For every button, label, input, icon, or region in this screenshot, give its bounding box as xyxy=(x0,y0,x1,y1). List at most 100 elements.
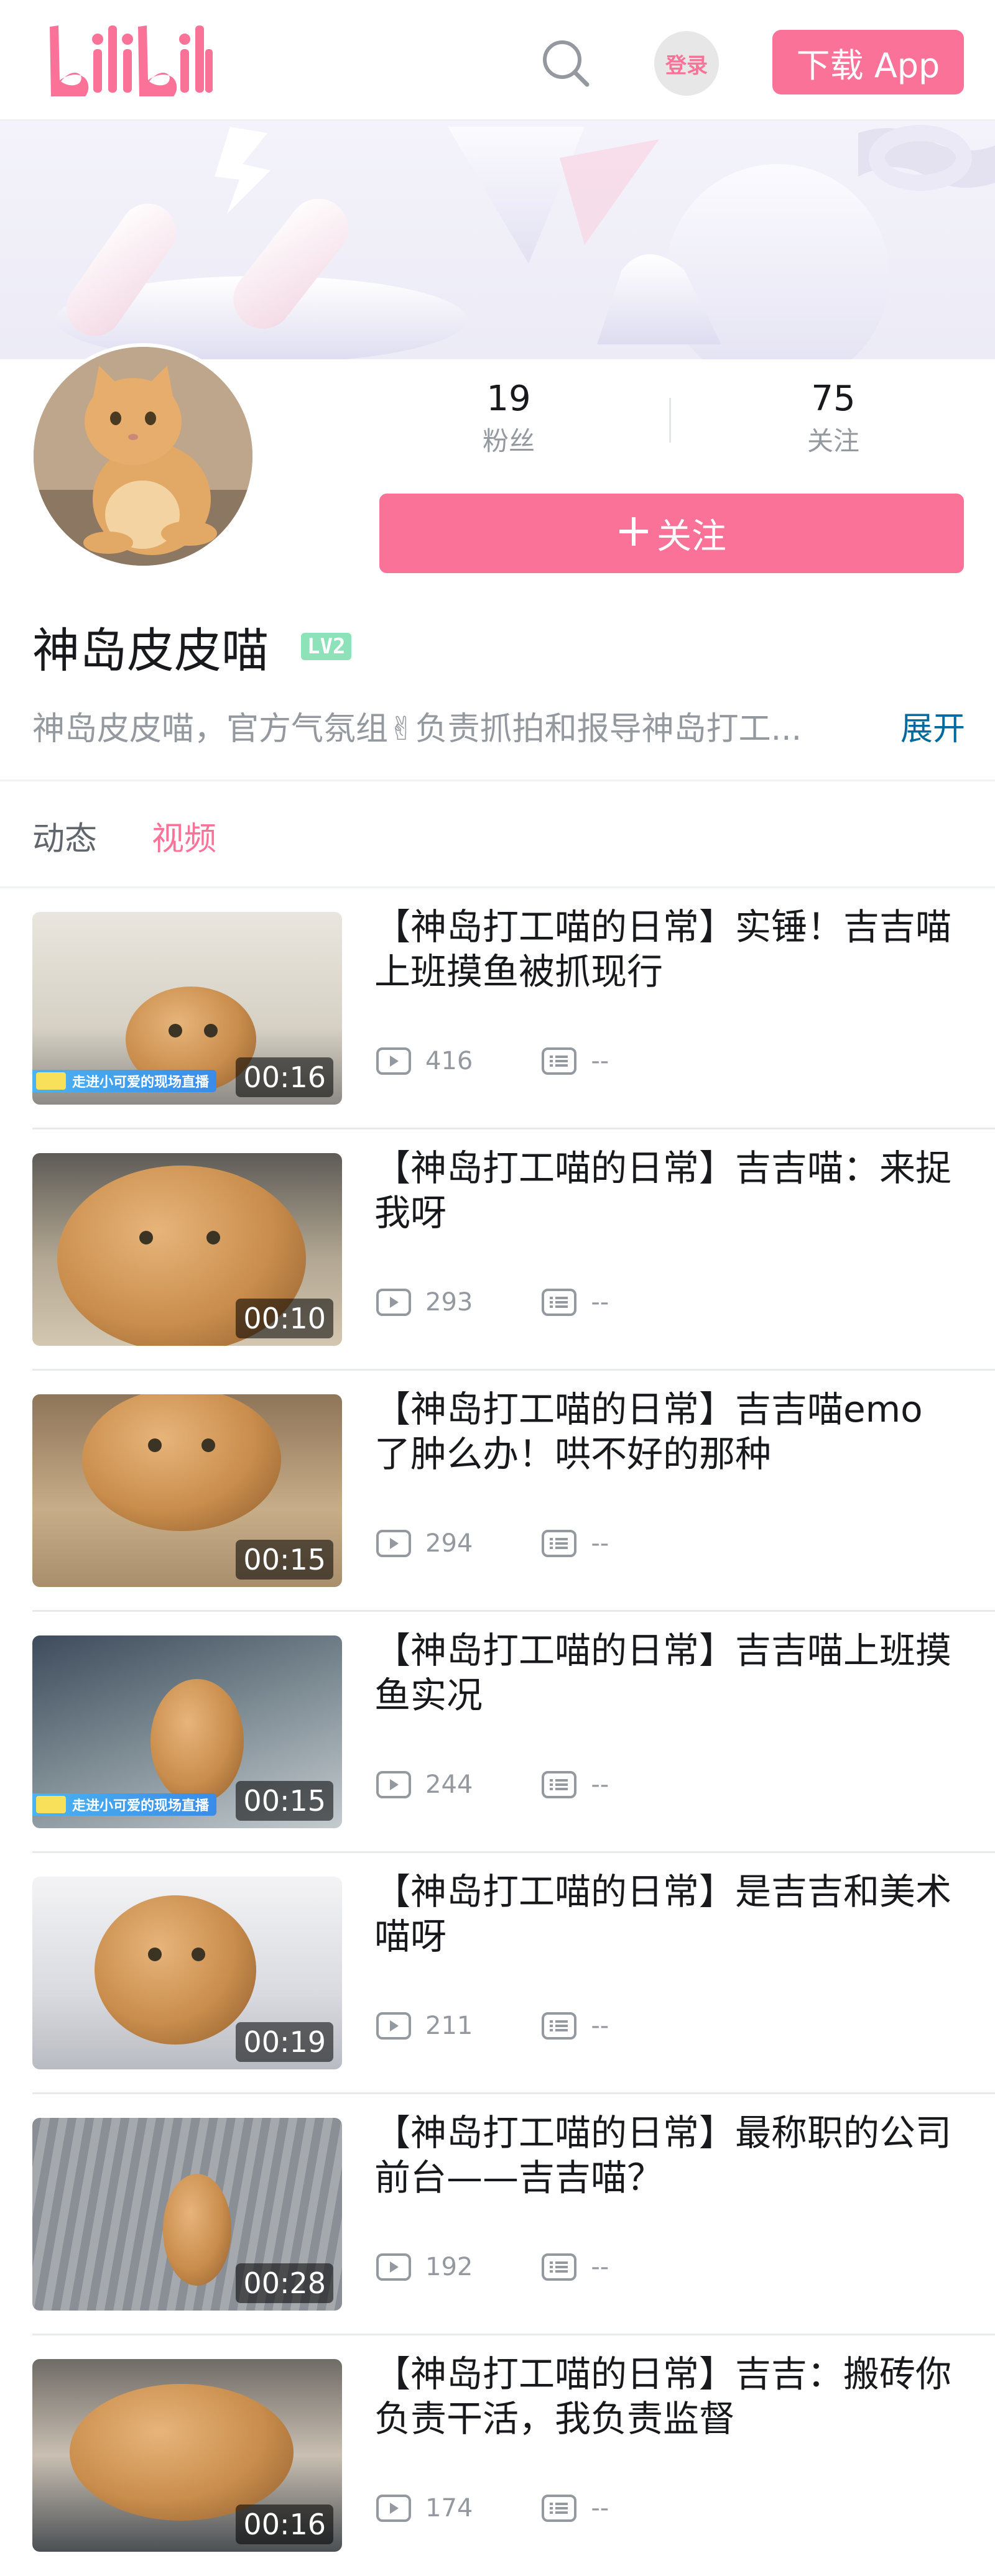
expand-bio-link[interactable]: 展开 xyxy=(900,702,965,749)
user-bio: 神岛皮皮喵，官方气氛组✌负责抓拍和报导神岛打工... xyxy=(32,710,802,748)
video-title[interactable]: 【神岛打工喵的日常】实锤！吉吉喵上班摸鱼被抓现行 xyxy=(374,904,953,994)
cat-figure xyxy=(82,1394,281,1531)
bio-row: 神岛皮皮喵，官方气氛组✌负责抓拍和报导神岛打工... 展开 xyxy=(32,697,965,753)
video-list: 00:16 走进小可爱的现场直播 【神岛打工喵的日常】实锤！吉吉喵上班摸鱼被抓现… xyxy=(0,888,995,2576)
following-label: 关注 xyxy=(807,426,859,456)
video-thumbnail[interactable]: 00:10 xyxy=(32,1153,342,1346)
play-count-icon xyxy=(376,2012,411,2040)
cat-figure xyxy=(150,1679,244,1803)
play-count-icon xyxy=(376,2253,411,2281)
danmaku-count: -- xyxy=(541,1529,609,1558)
video-title[interactable]: 【神岛打工喵的日常】吉吉喵emo了肿么办！哄不好的那种 xyxy=(374,1387,953,1476)
video-title[interactable]: 【神岛打工喵的日常】最称职的公司前台——吉吉喵？ xyxy=(374,2110,953,2200)
danmaku-text: -- xyxy=(591,1529,609,1558)
video-item-3[interactable]: 00:15 【神岛打工喵的日常】吉吉喵emo了肿么办！哄不好的那种 294 -- xyxy=(0,1371,995,1612)
bilibili-logo[interactable] xyxy=(45,19,219,99)
user-avatar[interactable] xyxy=(30,343,256,569)
video-item-2[interactable]: 00:10 【神岛打工喵的日常】吉吉喵：来捉我呀 293 -- xyxy=(0,1129,995,1371)
play-count-icon xyxy=(376,2495,411,2522)
video-title[interactable]: 【神岛打工喵的日常】吉吉喵上班摸鱼实况 xyxy=(374,1628,953,1718)
cat-eye xyxy=(192,1948,205,1961)
followers-label: 粉丝 xyxy=(482,426,535,456)
following-stat[interactable]: 75 关注 xyxy=(740,375,927,460)
view-count: 416 xyxy=(376,1047,473,1075)
login-button[interactable]: 登录 xyxy=(654,31,719,96)
views-text: 244 xyxy=(425,1770,473,1799)
level-badge: LV2 xyxy=(301,633,352,660)
cat-eye xyxy=(206,1231,220,1244)
cat-eye xyxy=(139,1231,153,1244)
video-item-4[interactable]: 00:15 走进小可爱的现场直播 【神岛打工喵的日常】吉吉喵上班摸鱼实况 244… xyxy=(0,1612,995,1853)
video-item-6[interactable]: 00:28 【神岛打工喵的日常】最称职的公司前台——吉吉喵？ 192 -- xyxy=(0,2094,995,2335)
video-duration: 00:28 xyxy=(236,2263,333,2303)
live-stream-banner: 走进小可爱的现场直播 xyxy=(32,1793,217,1816)
video-stats: 294 -- xyxy=(376,1525,609,1562)
live-stream-banner: 走进小可爱的现场直播 xyxy=(32,1070,217,1092)
cat-eye xyxy=(201,1438,215,1452)
video-stats: 192 -- xyxy=(376,2248,609,2286)
cat-eye xyxy=(147,1438,162,1452)
video-item-1[interactable]: 00:16 走进小可爱的现场直播 【神岛打工喵的日常】实锤！吉吉喵上班摸鱼被抓现… xyxy=(0,888,995,1129)
play-count-icon xyxy=(376,1771,411,1798)
views-text: 211 xyxy=(425,2012,473,2040)
danmaku-icon xyxy=(542,2253,577,2281)
danmaku-count: -- xyxy=(541,1288,609,1317)
banner-illustration xyxy=(56,125,995,359)
danmaku-text: -- xyxy=(591,2494,609,2523)
video-item-7[interactable]: 00:16 【神岛打工喵的日常】吉吉：搬砖你负责干活，我负责监督 174 -- xyxy=(0,2335,995,2576)
video-duration: 00:16 xyxy=(236,1057,333,1097)
video-stats: 174 -- xyxy=(376,2490,609,2527)
video-thumbnail[interactable]: 00:28 xyxy=(32,2118,342,2311)
tab-dynamics[interactable]: 动态 xyxy=(32,812,97,859)
download-app-button[interactable]: 下载 App xyxy=(772,30,964,94)
play-count-icon xyxy=(376,1530,411,1557)
danmaku-icon xyxy=(542,1771,577,1798)
video-title[interactable]: 【神岛打工喵的日常】是吉吉和美术喵呀 xyxy=(374,1869,953,1959)
video-thumbnail[interactable]: 00:15 走进小可爱的现场直播 xyxy=(32,1635,342,1828)
video-title[interactable]: 【神岛打工喵的日常】吉吉喵：来捉我呀 xyxy=(374,1146,953,1235)
followers-count: 19 xyxy=(486,379,531,419)
danmaku-icon xyxy=(542,1047,577,1075)
danmaku-text: -- xyxy=(591,2253,609,2281)
video-thumbnail[interactable]: 00:16 xyxy=(32,2359,342,2552)
danmaku-text: -- xyxy=(591,1770,609,1799)
video-thumbnail[interactable]: 00:16 走进小可爱的现场直播 xyxy=(32,912,342,1105)
views-text: 294 xyxy=(425,1529,473,1558)
danmaku-icon xyxy=(542,1289,577,1316)
profile-tabs: 动态 视频 xyxy=(0,783,995,888)
video-stats: 293 -- xyxy=(376,1284,609,1321)
following-count: 75 xyxy=(811,379,856,419)
tab-videos[interactable]: 视频 xyxy=(152,812,216,859)
video-thumbnail[interactable]: 00:19 xyxy=(32,1877,342,2069)
bilibili-logo-mark xyxy=(50,25,213,96)
profile-banner xyxy=(0,121,995,359)
danmaku-count: -- xyxy=(541,1770,609,1799)
danmaku-text: -- xyxy=(591,2012,609,2040)
follow-label: 关注 xyxy=(657,516,726,557)
cat-avatar-image xyxy=(34,347,252,566)
cat-figure xyxy=(95,1895,256,2045)
view-count: 192 xyxy=(376,2253,473,2281)
danmaku-count: -- xyxy=(541,2494,609,2523)
play-count-icon xyxy=(376,1289,411,1316)
view-count: 174 xyxy=(376,2494,473,2523)
video-duration: 00:16 xyxy=(236,2505,333,2544)
view-count: 244 xyxy=(376,1770,473,1799)
video-title[interactable]: 【神岛打工喵的日常】吉吉：搬砖你负责干活，我负责监督 xyxy=(374,2352,953,2441)
cat-eye xyxy=(147,1948,162,1961)
danmaku-count: -- xyxy=(541,2012,609,2040)
followers-stat[interactable]: 19 粉丝 xyxy=(415,375,602,460)
view-count: 211 xyxy=(376,2012,473,2040)
video-stats: 244 -- xyxy=(376,1766,609,1803)
video-stats: 416 -- xyxy=(376,1042,609,1080)
search-icon[interactable] xyxy=(539,36,592,90)
video-item-5[interactable]: 00:19 【神岛打工喵的日常】是吉吉和美术喵呀 211 -- xyxy=(0,1853,995,2094)
video-thumbnail[interactable]: 00:15 xyxy=(32,1394,342,1587)
danmaku-count: -- xyxy=(541,1047,609,1075)
follow-button[interactable]: 关注 xyxy=(379,494,964,573)
views-text: 174 xyxy=(425,2494,473,2523)
danmaku-count: -- xyxy=(541,2253,609,2281)
cat-figure xyxy=(163,2174,231,2286)
views-text: 293 xyxy=(425,1288,473,1317)
cat-eye xyxy=(169,1023,183,1037)
